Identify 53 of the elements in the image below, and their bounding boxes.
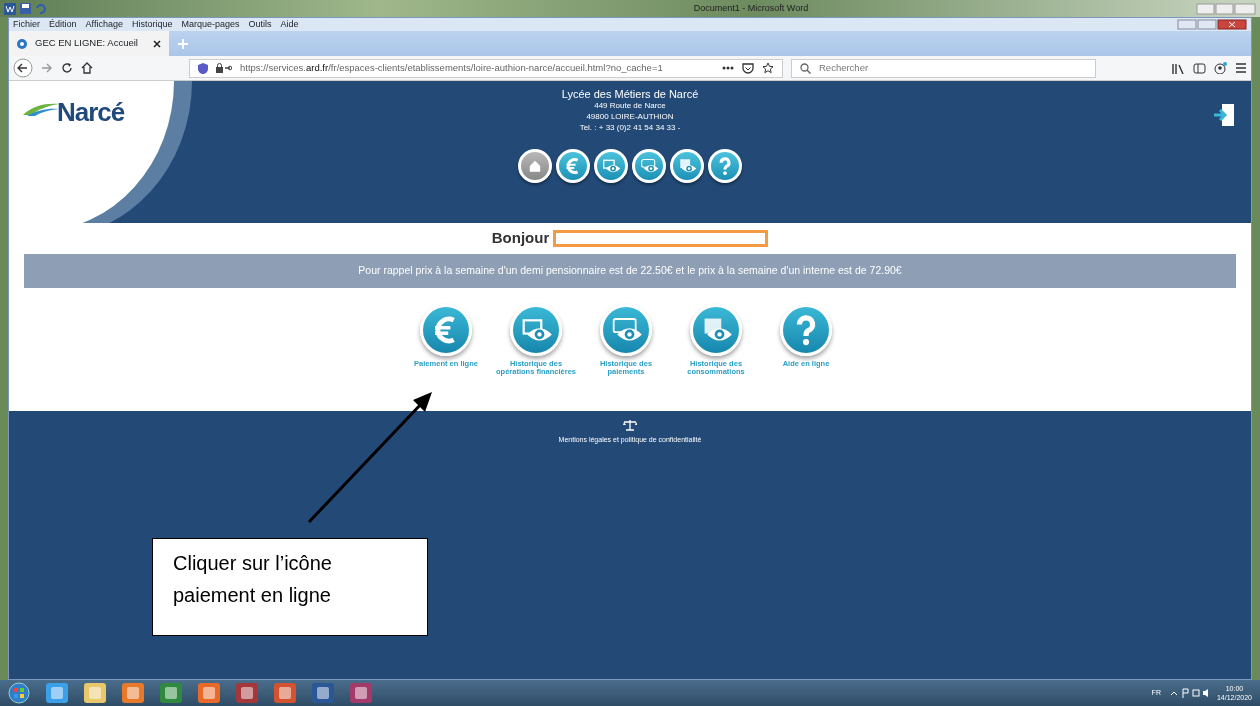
menu-item[interactable]: Fichier — [13, 17, 40, 32]
menu-item[interactable]: Historique — [131, 17, 173, 32]
scales-icon — [623, 419, 637, 431]
back-icon[interactable] — [13, 58, 33, 78]
nav-circle-button[interactable] — [556, 149, 590, 183]
forward-icon[interactable] — [41, 62, 53, 74]
search-placeholder: Rechercher — [819, 60, 869, 75]
school-address: Tel. : + 33 (0)2 41 54 34 33 - — [578, 122, 682, 133]
tab-title: GEC EN LIGNE: Accueil — [35, 36, 139, 51]
menu-item[interactable]: Marque-pages — [181, 17, 240, 32]
menu-icon[interactable] — [1235, 63, 1247, 73]
reload-icon[interactable] — [61, 62, 73, 74]
menu-item[interactable]: Affichage — [85, 17, 123, 32]
logo-text: Narcé — [57, 96, 125, 129]
search-field[interactable]: Rechercher — [791, 58, 1096, 78]
nav-circle-button[interactable] — [708, 149, 742, 183]
exit-icon[interactable] — [1213, 103, 1235, 127]
site-icon — [17, 38, 27, 49]
home-icon[interactable] — [81, 62, 93, 74]
swoosh-icon — [23, 101, 59, 117]
sidebar-icon[interactable] — [1193, 62, 1206, 74]
menu-item[interactable]: Édition — [49, 17, 77, 32]
account-icon[interactable] — [1214, 62, 1227, 74]
star-icon[interactable] — [762, 62, 774, 74]
nav-circle-button[interactable] — [594, 149, 628, 183]
annotation-text: Cliquer sur l’icône paiement en ligne — [152, 538, 428, 636]
lock-icon — [216, 63, 232, 73]
nav-circle-button[interactable] — [670, 149, 704, 183]
browser-tab[interactable]: GEC EN LIGNE: Accueil — [9, 31, 169, 56]
menu-item[interactable]: Outils — [248, 17, 272, 32]
school-address: 49800 LOIRE-AUTHION — [585, 111, 675, 122]
menu-item[interactable]: Aide — [280, 17, 299, 32]
school-address: 449 Route de Narce — [593, 100, 667, 111]
save-icon[interactable] — [20, 3, 31, 14]
pocket-icon[interactable] — [742, 62, 754, 74]
window-title: Document1 - Microsoft Word — [692, 1, 809, 15]
more-icon[interactable] — [722, 66, 734, 70]
tray-icons-icon[interactable] — [1168, 688, 1209, 698]
nav-circle-button[interactable] — [518, 149, 552, 183]
url-text: https://services.ard.fr/fr/espaces-clients/etablissements/loire-authion-narce/accueil.html?no_cache=1 — [240, 60, 664, 75]
nav-circle-button[interactable] — [632, 149, 666, 183]
greeting-text: Bonjour — [491, 228, 550, 248]
library-icon[interactable] — [1172, 62, 1185, 74]
window-controls-icon[interactable] — [1177, 19, 1247, 30]
close-icon[interactable] — [153, 39, 161, 48]
address-field[interactable]: https://services.ard.fr/fr/espaces-clients/etablissements/loire-authion-narce/accueil.html?no_cache=1 — [189, 58, 783, 78]
shield-icon — [198, 62, 208, 74]
start-button-icon[interactable] — [8, 682, 30, 704]
search-icon — [800, 62, 811, 74]
school-name: Lycée des Métiers de Narcé — [561, 89, 699, 100]
app-icon[interactable] — [350, 683, 372, 703]
notice-banner: Pour rappel prix à la semaine d'un demi pensionnaire est de 22.50€ et le prix à la semaine d'un interne est de 72.90€ — [24, 253, 1236, 288]
word-app-icon — [4, 2, 16, 15]
